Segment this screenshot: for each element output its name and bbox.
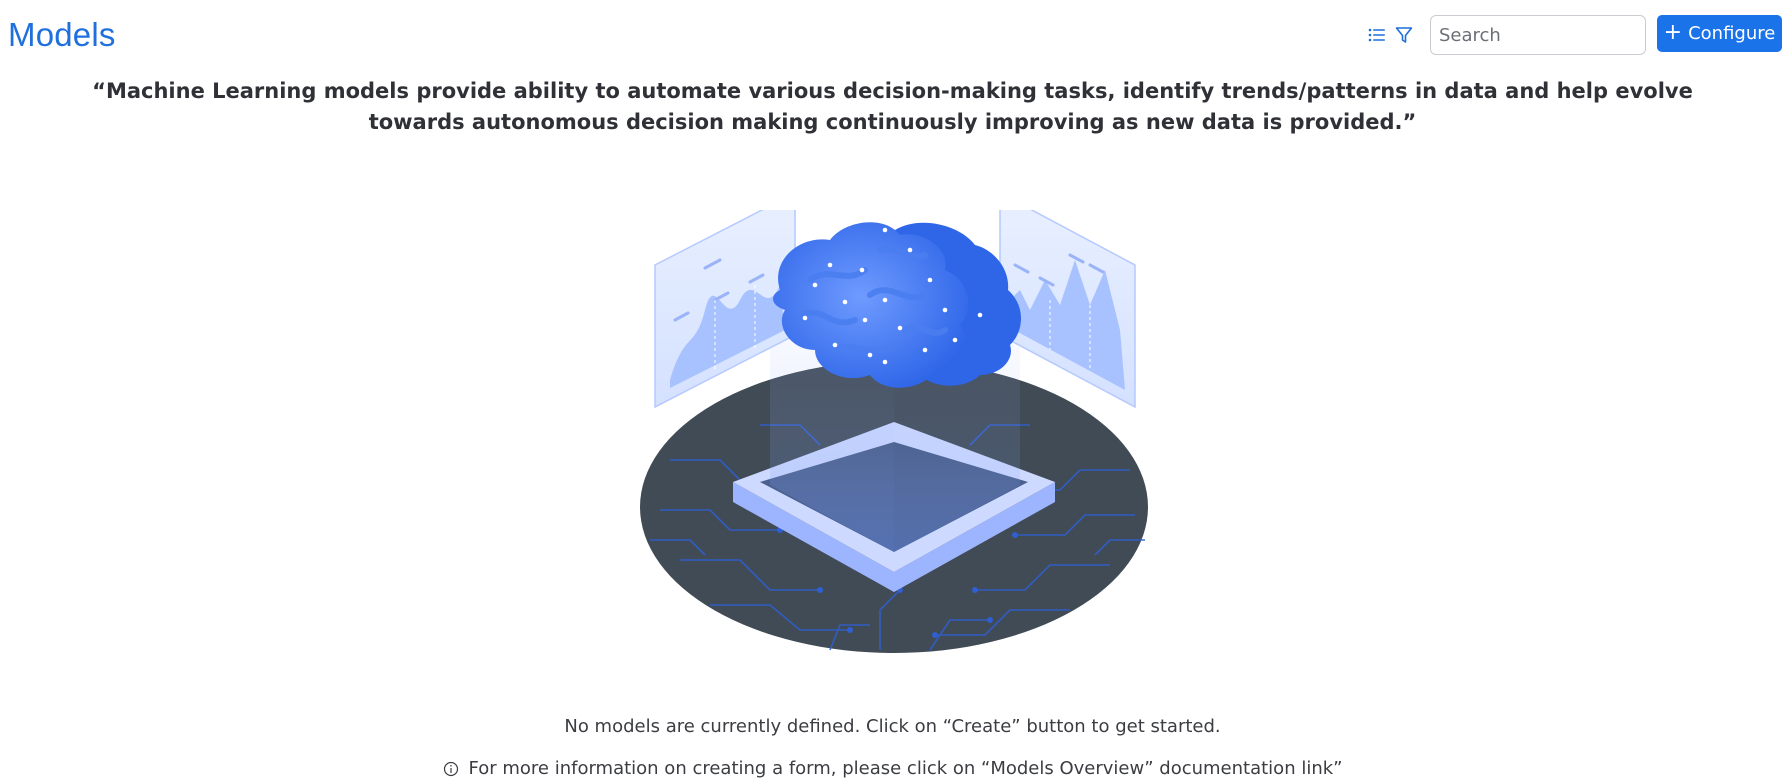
list-icon (1368, 28, 1385, 42)
plus-icon: + (1663, 19, 1683, 45)
page-title: Models (8, 16, 116, 53)
configure-button[interactable]: + Configure (1657, 15, 1782, 52)
filter-icon (1395, 27, 1413, 43)
configure-label: Configure (1688, 23, 1776, 44)
ml-brain-illustration (630, 191, 1170, 665)
list-view-button[interactable] (1366, 24, 1388, 46)
empty-state-message: No models are currently defined. Click o… (564, 716, 1221, 737)
search-input[interactable] (1430, 15, 1646, 55)
filter-button[interactable] (1393, 24, 1415, 46)
info-icon (443, 761, 458, 776)
intro-quote: “Machine Learning models provide ability… (92, 79, 1693, 134)
